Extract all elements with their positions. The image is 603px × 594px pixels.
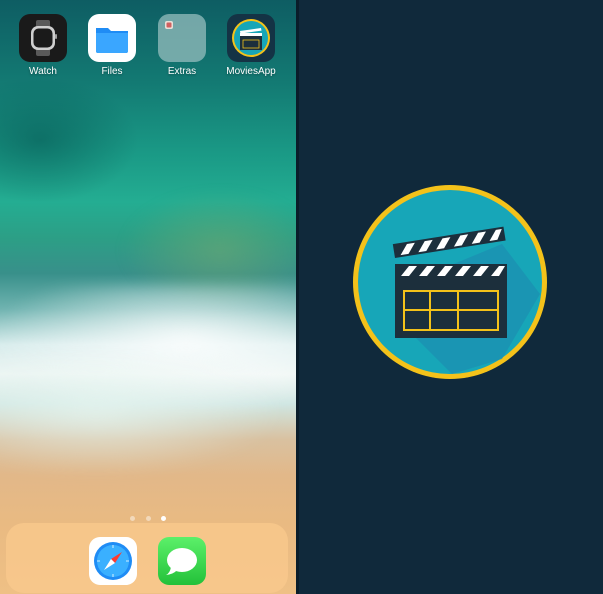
dock <box>6 523 288 593</box>
app-label: Files <box>101 66 123 77</box>
app-extras[interactable]: Extras <box>147 14 217 77</box>
messages-bubble-icon <box>166 548 197 575</box>
dock-app-safari[interactable] <box>89 537 137 585</box>
page-dot-active <box>160 516 166 522</box>
app-grid: Watch Files Extras MoviesApp <box>0 14 296 84</box>
dock-app-messages[interactable] <box>158 537 206 585</box>
folder-icon <box>88 14 136 62</box>
app-splash-screen <box>299 0 603 594</box>
app-files[interactable]: Files <box>77 14 147 77</box>
folder-group-icon <box>158 14 206 62</box>
app-label: Watch <box>29 66 57 77</box>
app-moviesapp[interactable]: MoviesApp <box>216 14 286 77</box>
wallpaper-wave-foam-lower <box>0 360 296 480</box>
clapperboard-icon <box>352 184 548 380</box>
page-indicator[interactable] <box>0 510 296 522</box>
app-label: Extras <box>167 66 197 77</box>
watch-icon <box>19 14 67 62</box>
page-dot <box>145 516 151 522</box>
app-watch[interactable]: Watch <box>8 14 78 77</box>
safari-compass-icon <box>94 542 132 580</box>
screen: Watch Files Extras MoviesApp <box>0 0 603 594</box>
page-dot <box>130 516 136 522</box>
app-label: MoviesApp <box>226 66 276 77</box>
clapperboard-icon <box>227 14 275 62</box>
home-screen: Watch Files Extras MoviesApp <box>0 0 296 594</box>
